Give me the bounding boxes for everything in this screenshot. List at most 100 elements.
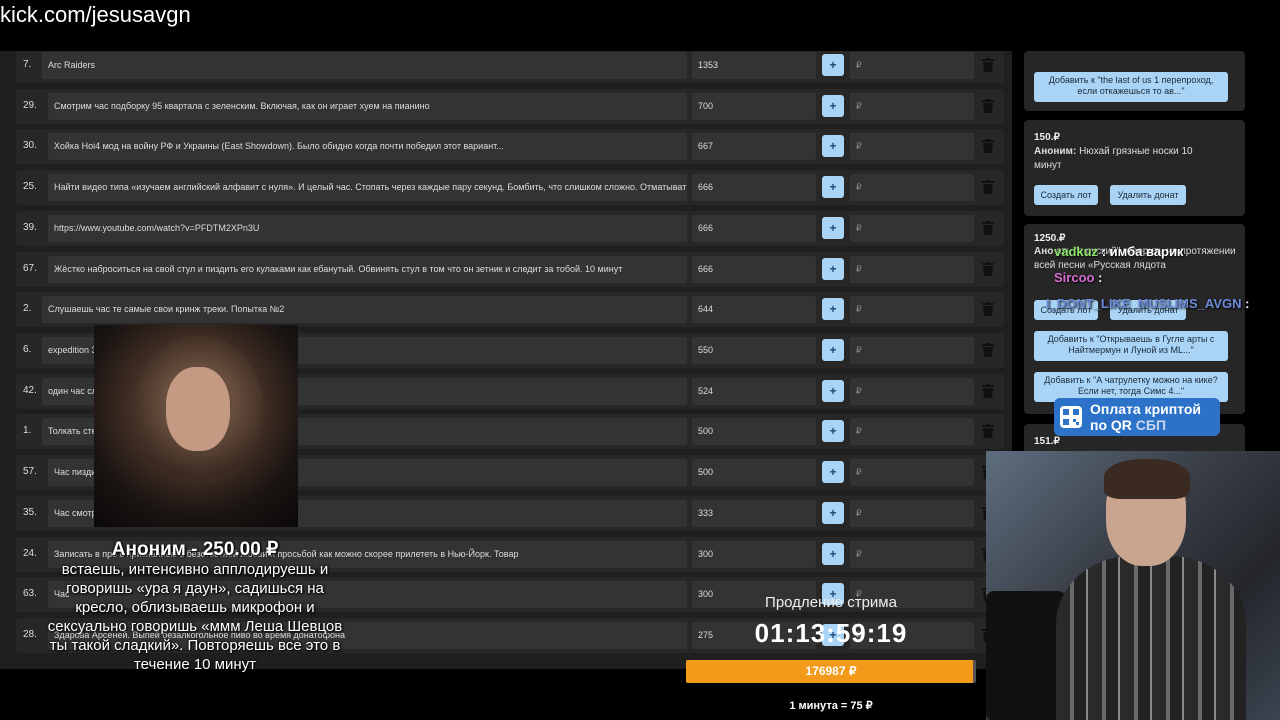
trash-icon[interactable] xyxy=(982,343,994,357)
lot-number: 25. xyxy=(23,181,37,192)
lot-number: 63. xyxy=(23,588,37,599)
donation-progress-bar: 176987 ₽ xyxy=(686,660,976,683)
trash-icon[interactable] xyxy=(982,58,994,72)
streamer-shirt xyxy=(1056,556,1246,720)
lot-amount[interactable]: 667 xyxy=(692,133,816,160)
lot-add-input[interactable]: ₽ xyxy=(850,256,974,283)
lot-number: 1. xyxy=(23,425,32,436)
chat-text: : xyxy=(1098,270,1103,285)
add-amount-button[interactable]: + xyxy=(822,176,844,198)
lot-add-input[interactable]: ₽ xyxy=(850,296,974,323)
add-amount-button[interactable]: + xyxy=(822,543,844,565)
lot-number: 57. xyxy=(23,466,37,477)
add-amount-button[interactable]: + xyxy=(822,258,844,280)
lot-amount[interactable]: 1353 xyxy=(692,52,816,79)
donation-card: 150.₽ Аноним: Нюхай грязные носки 10 мин… xyxy=(1024,120,1245,216)
lot-add-input[interactable]: ₽ xyxy=(850,337,974,364)
lot-amount[interactable]: 666 xyxy=(692,174,816,201)
lot-amount[interactable]: 700 xyxy=(692,93,816,120)
rate-label: 1 минута = 75 ₽ xyxy=(789,700,873,712)
chat-username: I_DONT_LIKE_MUSLIMS_AVGN xyxy=(1046,296,1242,311)
lot-add-input[interactable]: ₽ xyxy=(850,174,974,201)
delete-donation-button[interactable]: Удалить донат xyxy=(1110,185,1186,205)
donation-card: Добавить к "the last of us 1 перепроход,… xyxy=(1024,51,1245,111)
lot-title[interactable]: Смотрим час подборку 95 квартала с зелен… xyxy=(48,93,687,120)
timer-value: 01:13:59:19 xyxy=(754,618,908,648)
lot-title[interactable]: Хойка Hoi4 мод на войну РФ и Украины (Ea… xyxy=(48,133,687,160)
lot-row: 67. Жёстко наброситься на свой стул и пиз… xyxy=(16,252,1004,287)
add-amount-button[interactable]: + xyxy=(822,135,844,157)
add-amount-button[interactable]: + xyxy=(822,95,844,117)
lot-row: 7. Arc Raiders 1353 + ₽ xyxy=(16,51,1004,83)
chat-text: : xyxy=(1245,296,1250,311)
add-amount-button[interactable]: + xyxy=(822,339,844,361)
lot-number: 29. xyxy=(23,100,37,111)
lot-amount[interactable]: 644 xyxy=(692,296,816,323)
lot-title[interactable]: https://www.youtube.com/watch?v=PFDTM2XP… xyxy=(48,215,687,242)
create-lot-button[interactable]: Создать лот xyxy=(1034,185,1098,205)
add-to-lot-button[interactable]: Добавить к "the last of us 1 перепроход,… xyxy=(1034,72,1228,102)
chat-message: Sircoo : xyxy=(1054,270,1102,285)
lot-add-input[interactable]: ₽ xyxy=(850,133,974,160)
alert-message: встаешь, интенсивно апплодируешь и говор… xyxy=(47,561,343,673)
lot-row: 25. Найти видео типа «изучаем английский … xyxy=(16,170,1004,205)
lot-add-input[interactable]: ₽ xyxy=(850,418,974,445)
lot-add-input[interactable]: ₽ xyxy=(850,52,974,79)
donation-price: 151.₽ xyxy=(1034,436,1060,447)
lot-add-input[interactable]: ₽ xyxy=(850,541,974,568)
progress-total: 176987 ₽ xyxy=(805,664,857,678)
trash-icon[interactable] xyxy=(982,262,994,276)
lot-number: 6. xyxy=(23,344,32,355)
lot-amount[interactable]: 524 xyxy=(692,378,816,405)
alert-donor: Аноним - 250.00 ₽ xyxy=(111,539,279,560)
add-amount-button[interactable]: + xyxy=(822,420,844,442)
lot-title[interactable]: Слушаешь час те самые свои кринж треки. … xyxy=(42,296,687,323)
lot-number: 2. xyxy=(23,303,32,314)
lot-amount[interactable]: 300 xyxy=(692,541,816,568)
trash-icon[interactable] xyxy=(982,139,994,153)
lot-title[interactable]: Жёстко наброситься на свой стул и пиздит… xyxy=(48,256,687,283)
lot-add-input[interactable]: ₽ xyxy=(850,93,974,120)
add-amount-button[interactable]: + xyxy=(822,502,844,524)
chat-username: vadkuz xyxy=(1054,244,1099,259)
lot-number: 35. xyxy=(23,507,37,518)
lot-amount[interactable]: 500 xyxy=(692,418,816,445)
lot-amount[interactable]: 550 xyxy=(692,337,816,364)
chat-message: vadkuz : имба варик xyxy=(1054,244,1183,259)
lot-add-input[interactable]: ₽ xyxy=(850,215,974,242)
lot-title[interactable]: Arc Raiders xyxy=(42,52,687,79)
streamer-hair xyxy=(1104,459,1190,499)
qr-line2: по QR xyxy=(1090,417,1132,433)
lot-number: 67. xyxy=(23,263,37,274)
donation-price: 1250.₽ xyxy=(1034,233,1066,244)
lot-amount[interactable]: 666 xyxy=(692,215,816,242)
lot-amount[interactable]: 666 xyxy=(692,256,816,283)
add-amount-button[interactable]: + xyxy=(822,461,844,483)
add-amount-button[interactable]: + xyxy=(822,217,844,239)
chat-username: Sircoo xyxy=(1054,270,1095,285)
lot-title[interactable]: Найти видео типа «изучаем английский алф… xyxy=(48,174,687,201)
trash-icon[interactable] xyxy=(982,99,994,113)
lot-add-input[interactable]: ₽ xyxy=(850,500,974,527)
lot-amount[interactable]: 333 xyxy=(692,500,816,527)
trash-icon[interactable] xyxy=(982,180,994,194)
add-to-lot-button[interactable]: Добавить к "Открываешь в Гугле арты с На… xyxy=(1034,331,1228,361)
donation-author: Ано xyxy=(1034,246,1054,257)
qr-code-icon xyxy=(1060,406,1082,428)
trash-icon[interactable] xyxy=(982,302,994,316)
trash-icon[interactable] xyxy=(982,384,994,398)
donation-author: Аноним: xyxy=(1034,146,1077,157)
add-amount-button[interactable]: + xyxy=(822,54,844,76)
trash-icon[interactable] xyxy=(982,424,994,438)
add-amount-button[interactable]: + xyxy=(822,298,844,320)
lot-add-input[interactable]: ₽ xyxy=(850,459,974,486)
lot-amount[interactable]: 500 xyxy=(692,459,816,486)
chat-message: I_DONT_LIKE_MUSLIMS_AVGN : xyxy=(1046,296,1249,311)
add-amount-button[interactable]: + xyxy=(822,380,844,402)
lot-add-input[interactable]: ₽ xyxy=(850,378,974,405)
trash-icon[interactable] xyxy=(982,221,994,235)
lot-number: 28. xyxy=(23,629,37,640)
video-singer-face xyxy=(166,367,230,451)
lot-number: 42. xyxy=(23,385,37,396)
lot-row: 29. Смотрим час подборку 95 квартала с зе… xyxy=(16,89,1004,124)
